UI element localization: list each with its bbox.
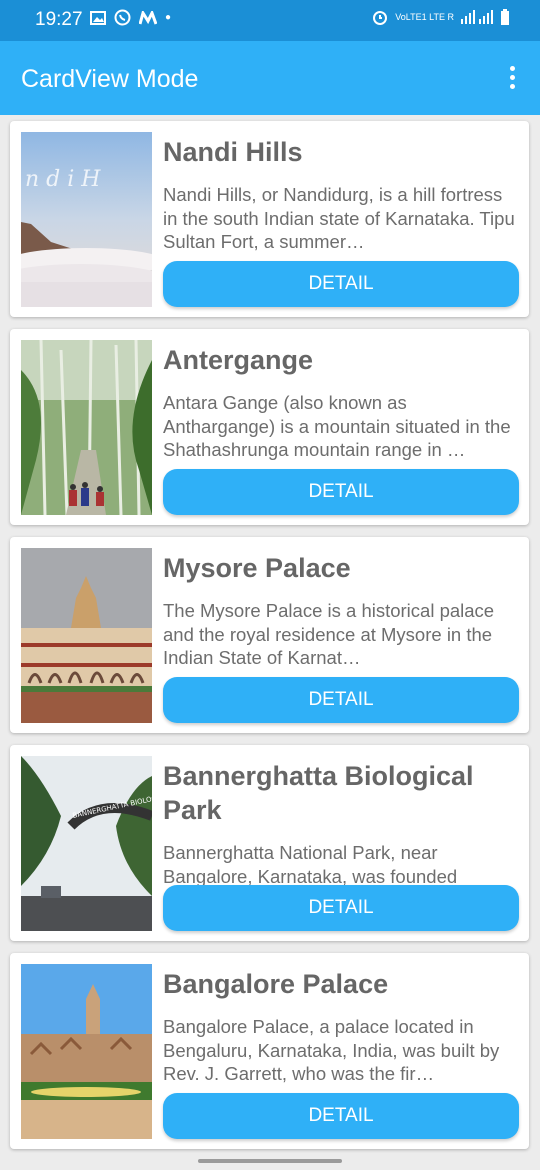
image-overlay-text: n d i H bbox=[25, 167, 101, 192]
card-title: Bangalore Palace bbox=[163, 969, 389, 999]
home-indicator[interactable] bbox=[198, 1159, 342, 1163]
card-title: Mysore Palace bbox=[163, 553, 351, 583]
card-description: Bangalore Palace, a palace located in Be… bbox=[163, 1016, 500, 1084]
signal-icon bbox=[461, 10, 493, 24]
card-title: Nandi Hills bbox=[163, 137, 303, 167]
card-description: Antara Gange (also known as Anthargange)… bbox=[163, 392, 511, 460]
card-list[interactable]: n d i H Nandi Hills Nandi Hills, or Nand… bbox=[10, 121, 529, 1161]
battery-icon bbox=[501, 9, 509, 25]
status-bar: 19:27 ● VoLTE1 LTE R bbox=[0, 0, 540, 41]
card-image bbox=[21, 548, 152, 723]
detail-button[interactable]: DETAIL bbox=[163, 1093, 519, 1139]
detail-button[interactable]: DETAIL bbox=[163, 469, 519, 515]
detail-button[interactable]: DETAIL bbox=[163, 885, 519, 931]
list-item[interactable]: Bangalore Palace Bangalore Palace, a pal… bbox=[10, 953, 529, 1149]
status-time: 19:27 bbox=[35, 9, 83, 30]
overflow-menu-icon[interactable] bbox=[502, 66, 522, 92]
dot-icon: ● bbox=[165, 12, 172, 23]
card-description: Nandi Hills, or Nandidurg, is a hill for… bbox=[163, 184, 515, 252]
list-item[interactable]: Antergange Antara Gange (also known as A… bbox=[10, 329, 529, 525]
m-app-icon bbox=[139, 10, 157, 25]
gallery-icon bbox=[90, 10, 106, 25]
card-title: Antergange bbox=[163, 345, 314, 375]
card-description: Bannerghatta National Park, near Bangalo… bbox=[163, 842, 458, 885]
card-image: BANNERGHATTA BIOLOGICAL bbox=[21, 756, 152, 931]
list-item[interactable]: Mysore Palace The Mysore Palace is a his… bbox=[10, 537, 529, 733]
card-image: n d i H bbox=[21, 132, 152, 307]
card-image bbox=[21, 340, 152, 515]
card-description: The Mysore Palace is a historical palace… bbox=[163, 600, 495, 668]
list-item[interactable]: n d i H Nandi Hills Nandi Hills, or Nand… bbox=[10, 121, 529, 317]
detail-button[interactable]: DETAIL bbox=[163, 677, 519, 723]
card-title: Bannerghatta Biological Park bbox=[163, 761, 474, 825]
system-icons: VoLTE1 LTE R bbox=[371, 8, 510, 26]
network-label: VoLTE1 LTE R bbox=[395, 11, 454, 22]
app-title: CardView Mode bbox=[21, 65, 199, 93]
app-bar: CardView Mode bbox=[0, 41, 540, 115]
detail-button[interactable]: DETAIL bbox=[163, 261, 519, 307]
list-item[interactable]: BANNERGHATTA BIOLOGICAL Bannerghatta Bio… bbox=[10, 745, 529, 941]
notification-icons: ● bbox=[90, 9, 171, 26]
whatsapp-icon bbox=[114, 9, 131, 26]
card-image bbox=[21, 964, 152, 1139]
alarm-icon bbox=[373, 11, 388, 25]
